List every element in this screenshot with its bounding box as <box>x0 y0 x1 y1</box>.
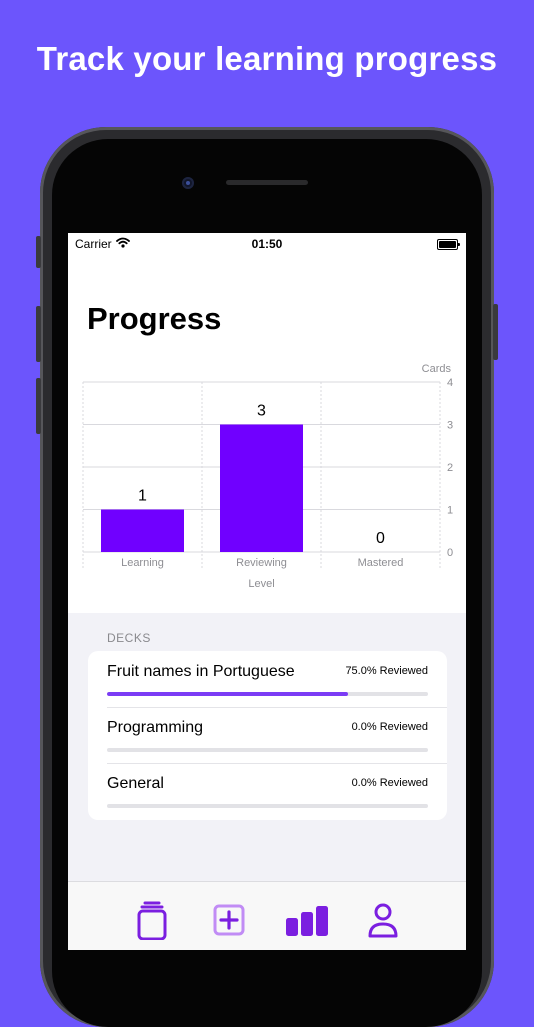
card-stack-icon <box>137 901 167 941</box>
tab-bar <box>68 881 466 950</box>
volume-up-button <box>36 306 41 362</box>
deck-progress-bar <box>107 692 428 696</box>
data-label: 1 <box>138 488 147 505</box>
y-axis-title: Cards <box>422 363 452 375</box>
deck-status: 0.0% Reviewed <box>351 721 428 733</box>
tab-profile[interactable] <box>363 900 403 940</box>
headline: Track your learning progress <box>36 40 498 77</box>
progress-chart: 0 1 2 3 4 Cards 1 Learning 3 Reviewing 0 Mastered Le… <box>82 363 453 590</box>
x-tick-label: Mastered <box>358 557 404 569</box>
bar <box>220 424 303 552</box>
y-tick-label: 4 <box>447 377 453 389</box>
profile-icon <box>368 903 398 938</box>
front-camera <box>182 177 194 189</box>
app-screen: Carrier 01:50 Progress 0 1 2 3 4 Cards 1 Learni… <box>68 233 466 950</box>
bar <box>101 509 184 552</box>
data-label: 0 <box>376 530 385 547</box>
deck-progress-bar <box>107 748 428 752</box>
y-tick-label: 3 <box>447 420 453 432</box>
deck-name: Programming <box>107 719 204 736</box>
x-tick-label: Reviewing <box>236 557 287 569</box>
y-tick-label: 0 <box>447 547 453 559</box>
data-label: 3 <box>257 403 266 420</box>
deck-progress-fill <box>107 692 348 696</box>
x-axis-title: Level <box>248 578 274 590</box>
mute-switch <box>36 236 41 268</box>
power-button <box>493 304 498 360</box>
decks-list: Fruit names in Portuguese 75.0% Reviewed… <box>88 651 447 820</box>
decks-section-label: DECKS <box>107 631 151 645</box>
volume-down-button <box>36 378 41 434</box>
deck-row[interactable]: General 0.0% Reviewed <box>88 763 447 819</box>
tab-add[interactable] <box>209 900 249 940</box>
y-tick-label: 1 <box>447 505 453 517</box>
earpiece-speaker <box>226 180 308 185</box>
tab-decks[interactable] <box>132 900 172 941</box>
deck-row[interactable]: Fruit names in Portuguese 75.0% Reviewed <box>88 651 447 707</box>
y-tick-label: 2 <box>447 462 453 474</box>
deck-progress-bar <box>107 804 428 808</box>
deck-name: General <box>107 775 164 792</box>
deck-row[interactable]: Programming 0.0% Reviewed <box>88 707 447 763</box>
add-card-icon <box>213 904 245 936</box>
bar-chart-icon <box>286 906 328 936</box>
tab-progress[interactable] <box>285 900 328 940</box>
deck-status: 0.0% Reviewed <box>351 777 428 789</box>
x-tick-label: Learning <box>121 557 164 569</box>
deck-status: 75.0% Reviewed <box>345 665 428 677</box>
deck-name: Fruit names in Portuguese <box>107 663 295 680</box>
